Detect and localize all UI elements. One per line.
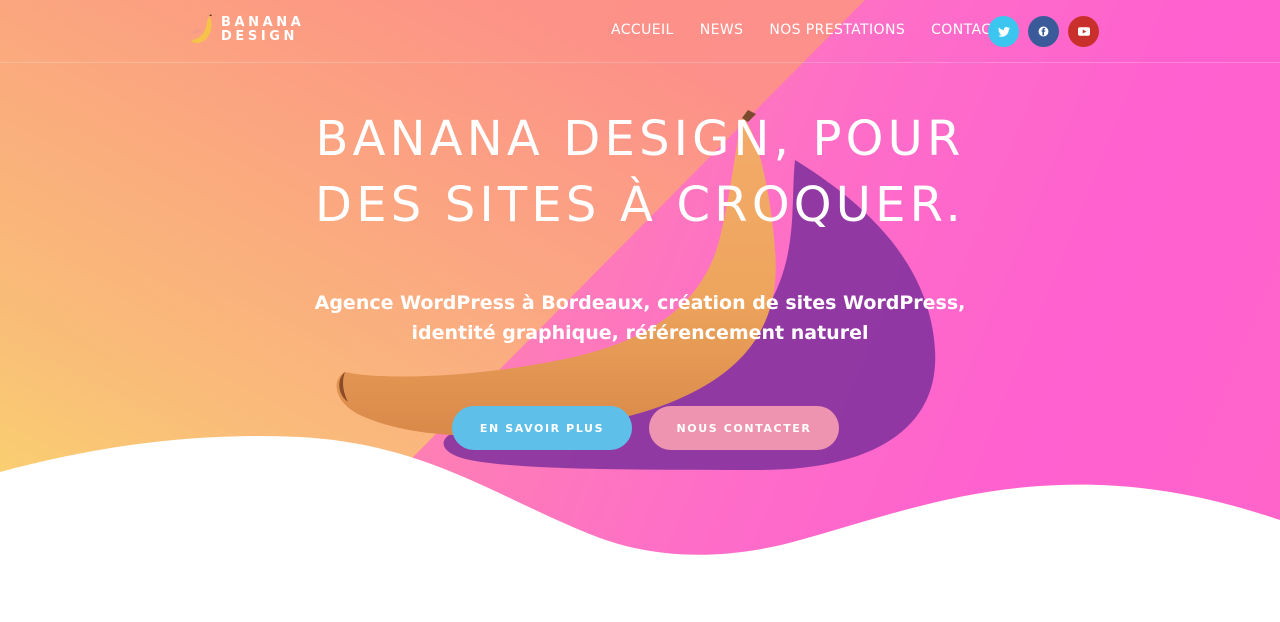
contact-us-button[interactable]: NOUS CONTACTER xyxy=(649,406,839,450)
wave-divider xyxy=(0,435,1280,622)
learn-more-button[interactable]: EN SAVOIR PLUS xyxy=(452,406,632,450)
hero-section: BANANA DESIGN ACCUEIL NEWS NOS PRESTATIO… xyxy=(0,0,1280,622)
